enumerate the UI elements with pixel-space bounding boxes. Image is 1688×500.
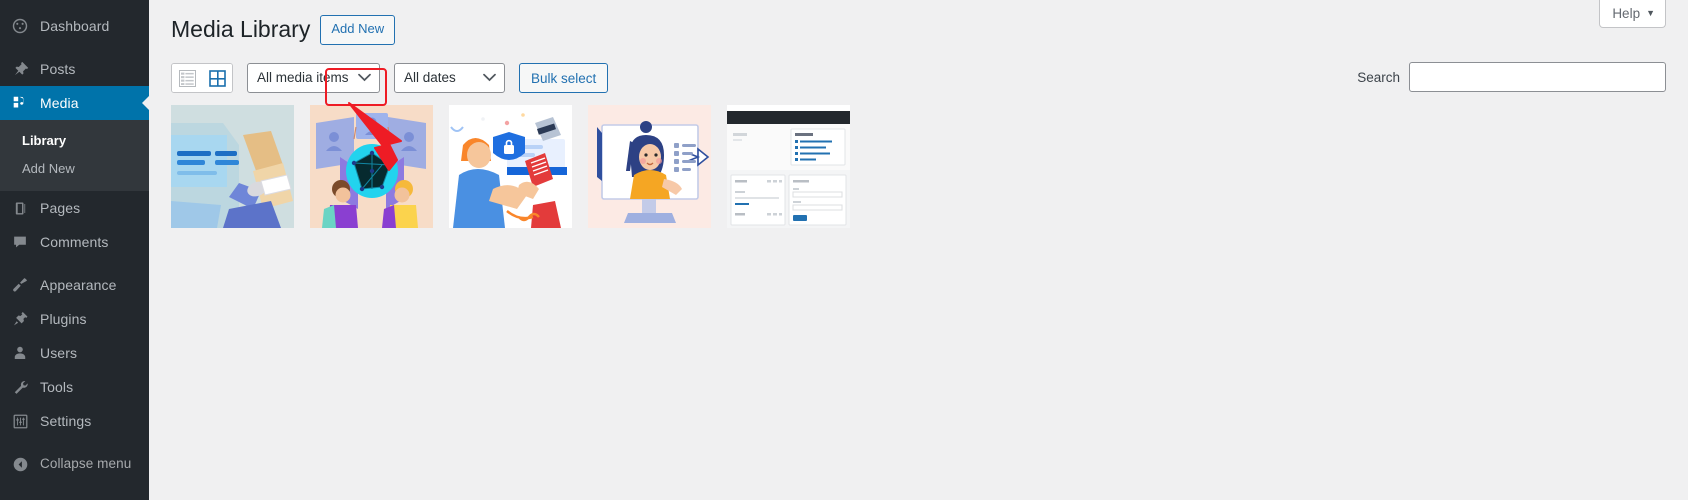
sidebar-item-label: Dashboard [40, 18, 110, 34]
thumbnail-2-image [310, 105, 433, 228]
sidebar-item-label: Comments [40, 234, 109, 250]
date-filter-select[interactable]: All dates [394, 63, 505, 93]
help-tab-button[interactable]: Help ▼ [1599, 0, 1666, 28]
toolbar-left-group: All media items All dates Bulk select [171, 63, 609, 93]
media-tile[interactable] [588, 105, 711, 228]
media-tile[interactable] [171, 105, 294, 228]
toolbar-search-group: Search [1357, 62, 1666, 92]
add-new-button[interactable]: Add New [320, 15, 396, 45]
pages-icon [10, 198, 30, 218]
main-content: Help ▼ Media Library Add New All media i… [149, 0, 1688, 500]
sidebar-item-label: Tools [40, 379, 74, 395]
sidebar-item-settings[interactable]: Settings [0, 404, 149, 438]
thumbnail-4-image [588, 105, 711, 228]
tools-icon [10, 377, 30, 397]
sidebar-item-label: Posts [40, 61, 76, 77]
thumbnail-1-image [171, 105, 294, 228]
thumbnail-3-image [449, 105, 572, 228]
view-switch-toggle[interactable] [171, 63, 233, 93]
sidebar-item-label: Plugins [40, 311, 87, 327]
help-tab-wrapper: Help ▼ [1599, 0, 1666, 28]
settings-icon [10, 411, 30, 431]
admin-sidebar: Dashboard Posts Media Library Add New Pa… [0, 0, 149, 500]
sidebar-item-pages[interactable]: Pages [0, 191, 149, 225]
sidebar-item-label: Media [40, 95, 79, 111]
media-grid [149, 94, 1688, 228]
sidebar-item-label: Pages [40, 200, 81, 216]
sidebar-item-label: Users [40, 345, 78, 361]
thumbnail-5-image [727, 105, 850, 228]
media-tile[interactable] [310, 105, 433, 228]
search-label: Search [1357, 69, 1400, 85]
sidebar-item-label: Settings [40, 413, 92, 429]
sidebar-top-spacer [0, 0, 149, 9]
chevron-down-icon: ▼ [1646, 8, 1655, 18]
page-heading-row: Media Library Add New [149, 0, 1688, 45]
dashboard-icon [10, 16, 30, 36]
sidebar-subitem-add-new[interactable]: Add New [0, 155, 149, 183]
sidebar-submenu-media: Library Add New [0, 120, 149, 191]
sidebar-item-tools[interactable]: Tools [0, 370, 149, 404]
sidebar-item-label: Appearance [40, 277, 117, 293]
plugins-icon [10, 309, 30, 329]
users-icon [10, 343, 30, 363]
bulk-select-button[interactable]: Bulk select [519, 63, 609, 93]
sidebar-item-users[interactable]: Users [0, 336, 149, 370]
sidebar-item-appearance[interactable]: Appearance [0, 268, 149, 302]
sidebar-item-dashboard[interactable]: Dashboard [0, 9, 149, 43]
grid-view-icon [209, 69, 226, 87]
media-toolbar: All media items All dates Bulk select Se… [149, 44, 1688, 94]
media-filter-select[interactable]: All media items [247, 63, 380, 93]
sidebar-divider-3 [0, 438, 149, 447]
sidebar-item-posts[interactable]: Posts [0, 52, 149, 86]
media-icon [10, 93, 30, 113]
pin-icon [10, 59, 30, 79]
sidebar-item-plugins[interactable]: Plugins [0, 302, 149, 336]
collapse-left-arrow-icon [10, 454, 30, 474]
sidebar-subitem-library[interactable]: Library [0, 127, 149, 155]
sidebar-item-comments[interactable]: Comments [0, 225, 149, 259]
grid-view-button[interactable] [202, 64, 232, 92]
wordpress-admin-screen: Dashboard Posts Media Library Add New Pa… [0, 0, 1688, 500]
search-input[interactable] [1409, 62, 1666, 92]
help-tab-label: Help [1612, 6, 1641, 21]
appearance-icon [10, 275, 30, 295]
media-tile[interactable] [449, 105, 572, 228]
sidebar-divider-1 [0, 43, 149, 52]
media-filter-wrapper: All media items [233, 63, 380, 93]
sidebar-collapse-label: Collapse menu [40, 456, 132, 471]
sidebar-divider-2 [0, 259, 149, 268]
comments-icon [10, 232, 30, 252]
sidebar-item-media[interactable]: Media [0, 86, 149, 120]
list-view-icon [178, 69, 196, 87]
sidebar-collapse-menu[interactable]: Collapse menu [0, 447, 149, 481]
page-title: Media Library [171, 16, 311, 43]
list-view-button[interactable] [172, 64, 202, 92]
date-filter-wrapper: All dates [380, 63, 505, 93]
media-tile[interactable] [727, 105, 850, 228]
